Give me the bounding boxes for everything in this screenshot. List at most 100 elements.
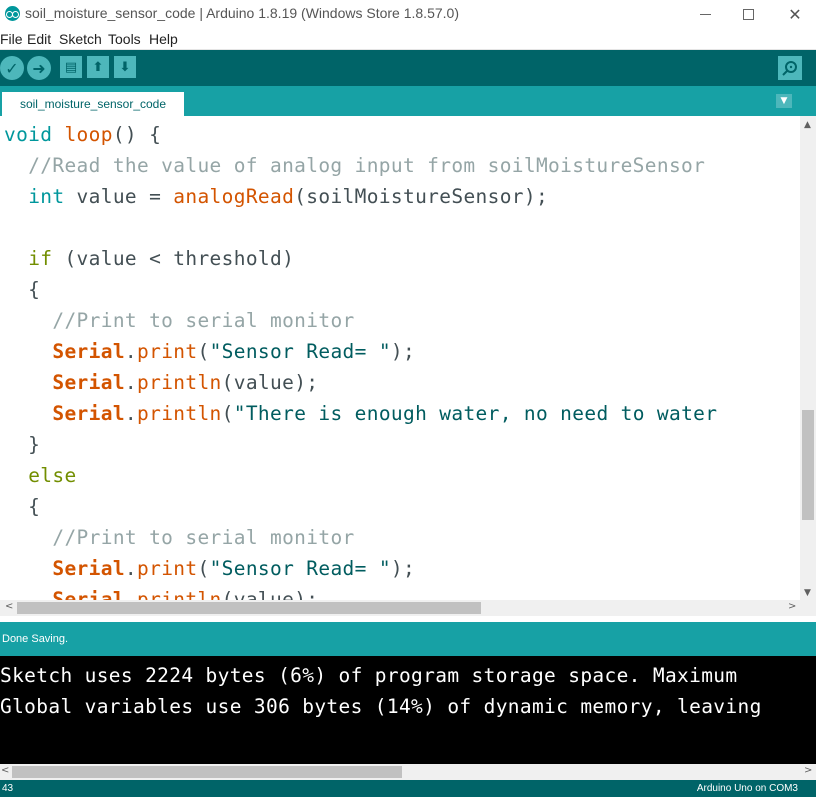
code-token: "There is enough water, no need to water xyxy=(233,402,718,425)
arduino-logo-icon xyxy=(5,6,20,21)
editor-vertical-scrollbar[interactable]: ▲ ▼ xyxy=(800,116,816,602)
code-token: analogRead xyxy=(173,185,295,208)
minimize-icon xyxy=(699,13,711,15)
scroll-right-icon[interactable]: > xyxy=(788,601,796,612)
tab-sketch[interactable]: soil_moisture_sensor_code xyxy=(2,92,184,116)
editor-horizontal-scroll-thumb[interactable] xyxy=(17,602,481,614)
window-title: soil_moisture_sensor_code | Arduino 1.8.… xyxy=(25,5,459,21)
scroll-left-icon[interactable]: < xyxy=(1,765,9,776)
console-horizontal-scroll-thumb[interactable] xyxy=(12,766,402,778)
code-token: println xyxy=(137,371,222,394)
code-token: ( xyxy=(197,557,210,580)
code-token: void xyxy=(4,123,53,146)
code-line: void loop() { xyxy=(4,119,161,150)
arrow-down-icon: ⬇ xyxy=(119,59,131,75)
code-line: { xyxy=(4,274,40,305)
magnifier-icon xyxy=(782,61,797,76)
save-button[interactable]: ⬇ xyxy=(114,56,136,78)
maximize-icon xyxy=(742,8,754,20)
minimize-button[interactable] xyxy=(682,0,728,28)
checkmark-icon: ✓ xyxy=(5,58,19,78)
title-bar: soil_moisture_sensor_code | Arduino 1.8.… xyxy=(0,0,816,28)
new-button[interactable]: ▤ xyxy=(60,56,82,78)
code-token: . xyxy=(124,402,138,425)
scroll-right-icon[interactable]: > xyxy=(804,765,812,776)
code-line: Serial.println(value); xyxy=(4,367,318,398)
document-icon: ▤ xyxy=(64,59,78,75)
code-line: if (value < threshold) xyxy=(4,243,294,274)
scrollbar-corner xyxy=(800,600,816,616)
status-message: Done Saving. xyxy=(2,633,69,645)
console-horizontal-scrollbar[interactable]: < > xyxy=(0,764,816,780)
editor-horizontal-scrollbar[interactable]: < > xyxy=(0,600,800,616)
scroll-up-icon[interactable]: ▲ xyxy=(804,120,811,130)
code-token: value = xyxy=(64,185,174,208)
footer-bar: 43 Arduino Uno on COM3 xyxy=(0,780,816,797)
code-token: . xyxy=(124,557,138,580)
editor-vertical-scroll-thumb[interactable] xyxy=(802,410,814,520)
code-line: Serial.println("There is enough water, n… xyxy=(4,398,717,429)
code-line: } xyxy=(4,429,40,460)
verify-button[interactable]: ✓ xyxy=(0,56,24,80)
upload-button[interactable]: ➜ xyxy=(27,56,51,80)
menu-sketch[interactable]: Sketch xyxy=(59,31,102,47)
code-token: Serial xyxy=(52,371,125,394)
code-token: . xyxy=(124,371,138,394)
code-token: //Print to serial monitor xyxy=(52,309,355,332)
scroll-down-icon[interactable]: ▼ xyxy=(804,588,811,598)
serial-monitor-button[interactable] xyxy=(778,56,802,80)
code-editor[interactable]: void loop() { //Read the value of analog… xyxy=(0,116,800,602)
status-bar: Done Saving. xyxy=(0,622,816,656)
code-token: ); xyxy=(390,557,416,580)
board-port-label: Arduino Uno on COM3 xyxy=(696,783,798,794)
code-line: //Print to serial monitor xyxy=(4,305,355,336)
code-line: Serial.print("Sensor Read= "); xyxy=(4,336,415,367)
code-token: //Print to serial monitor xyxy=(52,526,355,549)
arrow-up-icon: ⬆ xyxy=(92,59,104,75)
scroll-left-icon[interactable]: < xyxy=(5,601,13,612)
code-token: //Read the value of analog input from so… xyxy=(28,154,706,177)
arrow-right-icon: ➜ xyxy=(32,58,46,78)
code-token: print xyxy=(137,340,198,363)
console-output[interactable]: Sketch uses 2224 bytes (6%) of program s… xyxy=(0,656,816,764)
code-token: if xyxy=(28,247,53,270)
code-token: () { xyxy=(112,123,162,146)
menu-help[interactable]: Help xyxy=(149,31,178,47)
close-button[interactable]: ✕ xyxy=(772,0,816,28)
console-line: Sketch uses 2224 bytes (6%) of program s… xyxy=(0,664,738,687)
menu-bar: File Edit Sketch Tools Help xyxy=(0,28,816,50)
menu-file[interactable]: File xyxy=(0,31,23,47)
code-token: "Sensor Read= " xyxy=(209,340,391,363)
open-button[interactable]: ⬆ xyxy=(87,56,109,78)
code-token: loop xyxy=(64,123,113,146)
chevron-down-icon: ▼ xyxy=(780,96,788,106)
code-token: print xyxy=(137,557,198,580)
tab-bar: soil_moisture_sensor_code ▼ xyxy=(0,86,816,116)
code-token: (soilMoistureSensor); xyxy=(294,185,549,208)
maximize-button[interactable] xyxy=(725,0,771,28)
tab-menu-button[interactable]: ▼ xyxy=(776,94,792,108)
code-line: //Read the value of analog input from so… xyxy=(4,150,705,181)
line-number: 43 xyxy=(2,783,14,794)
code-token: (value); xyxy=(221,371,319,394)
code-token: ( xyxy=(197,340,210,363)
menu-tools[interactable]: Tools xyxy=(108,31,141,47)
console-line: Global variables use 306 bytes (14%) of … xyxy=(0,695,762,718)
code-line: { xyxy=(4,491,40,522)
code-token: } xyxy=(4,433,41,456)
code-line: //Print to serial monitor xyxy=(4,522,355,553)
menu-edit[interactable]: Edit xyxy=(27,31,51,47)
code-token: println xyxy=(137,402,222,425)
code-line: Serial.print("Sensor Read= "); xyxy=(4,553,415,584)
